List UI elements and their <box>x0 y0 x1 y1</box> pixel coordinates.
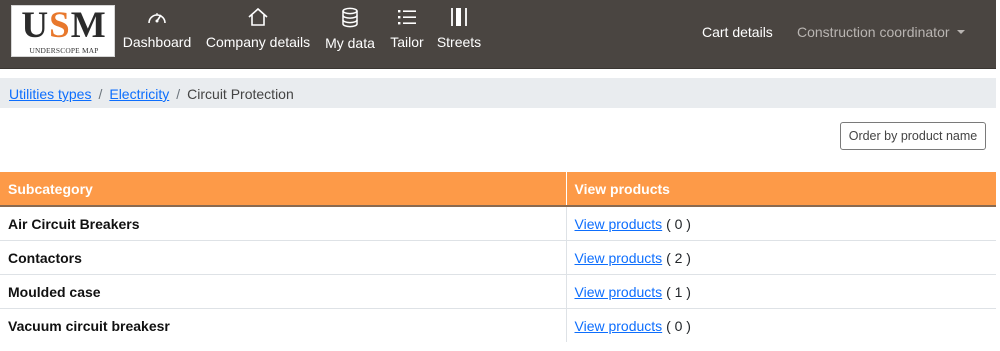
house-icon <box>248 7 268 26</box>
nav-dashboard-label: Dashboard <box>122 34 192 50</box>
table-row: Vacuum circuit breakesr View products ( … <box>0 308 996 342</box>
view-products-cell: View products ( 0 ) <box>565 205 996 241</box>
cart-details-link[interactable]: Cart details <box>702 24 773 41</box>
breadcrumb-current: Circuit Protection <box>187 86 294 102</box>
logo-letters: USM <box>21 5 107 46</box>
breadcrumb: Utilities types / Electricity / Circuit Prot… <box>0 78 996 108</box>
nav-streets[interactable]: Streets <box>436 7 482 57</box>
logo-subtitle: UNDERSCOPE MAP <box>29 46 99 55</box>
breadcrumb-separator: / <box>98 86 103 102</box>
table-row: Air Circuit Breakers View products ( 0 ) <box>0 205 996 241</box>
breadcrumb-electricity[interactable]: Electricity <box>109 86 169 102</box>
subcategory-name: Contactors <box>0 240 566 275</box>
nav-company-details[interactable]: Company details <box>204 7 312 57</box>
subcategory-name: Vacuum circuit breakesr <box>0 308 566 342</box>
subcategory-name: Moulded case <box>0 274 566 309</box>
user-role-label: Construction coordinator <box>797 24 950 40</box>
table-header-row: Subcategory View products <box>0 172 996 207</box>
nav-tailor[interactable]: Tailor <box>387 7 427 57</box>
nav-streets-label: Streets <box>436 34 482 50</box>
view-products-cell: View products ( 2 ) <box>565 240 996 275</box>
product-count: ( 0 ) <box>666 317 691 334</box>
view-products-link[interactable]: View products <box>575 284 663 300</box>
column-header-subcategory: Subcategory <box>0 172 566 207</box>
subcategory-table: Subcategory View products Air Circuit Br… <box>0 172 996 342</box>
view-products-cell: View products ( 1 ) <box>565 274 996 309</box>
view-products-cell: View products ( 0 ) <box>565 308 996 342</box>
nav-dashboard[interactable]: Dashboard <box>122 7 192 57</box>
caret-down-icon <box>956 30 965 34</box>
dashboard-gauge-icon <box>148 13 166 24</box>
top-navbar: USM UNDERSCOPE MAP Dashboard Company det… <box>0 0 996 69</box>
nav-my-data[interactable]: My data <box>322 7 378 57</box>
subcategory-name: Air Circuit Breakers <box>0 205 566 241</box>
view-products-link[interactable]: View products <box>575 250 663 266</box>
view-products-link[interactable]: View products <box>575 216 663 232</box>
view-products-link[interactable]: View products <box>575 318 663 334</box>
usm-logo[interactable]: USM UNDERSCOPE MAP <box>11 5 115 57</box>
table-row: Moulded case View products ( 1 ) <box>0 274 996 309</box>
nav-my-data-label: My data <box>325 35 375 51</box>
column-header-view-products: View products <box>565 172 996 207</box>
product-count: ( 0 ) <box>666 215 691 232</box>
order-by-product-name-button[interactable]: Order by product name <box>840 122 986 150</box>
nav-tailor-label: Tailor <box>390 34 424 50</box>
user-role-dropdown[interactable]: Construction coordinator <box>797 24 965 41</box>
breadcrumb-separator: / <box>176 86 181 102</box>
list-icon <box>398 10 416 25</box>
breadcrumb-utilities-types[interactable]: Utilities types <box>9 86 91 102</box>
product-count: ( 1 ) <box>666 283 691 300</box>
product-count: ( 2 ) <box>666 249 691 266</box>
table-row: Contactors View products ( 2 ) <box>0 240 996 275</box>
columns-icon <box>451 8 467 26</box>
nav-company-details-label: Company details <box>205 34 311 50</box>
database-icon <box>342 7 358 28</box>
